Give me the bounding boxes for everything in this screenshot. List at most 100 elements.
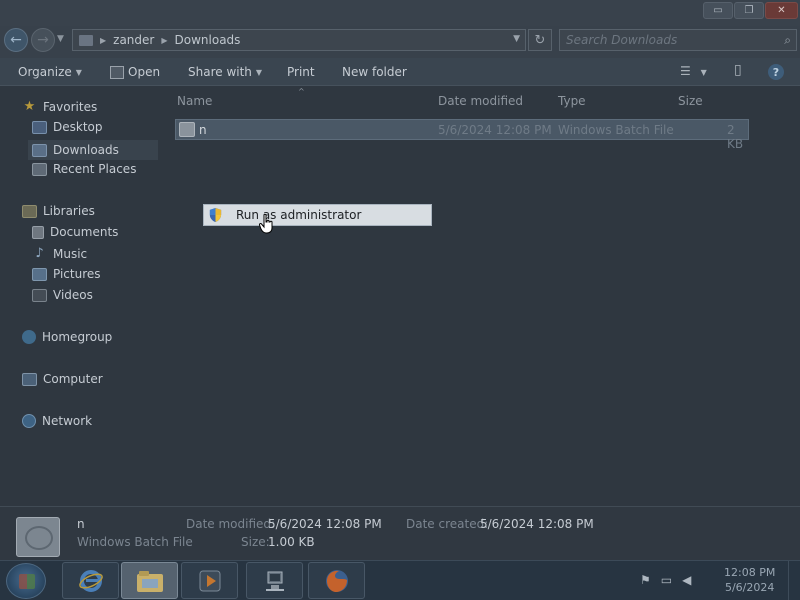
nav-label: Favorites bbox=[43, 99, 98, 114]
nav-music[interactable]: ♪ Music bbox=[32, 246, 87, 261]
address-dropdown-icon[interactable]: ▼ bbox=[513, 34, 520, 44]
search-icon[interactable]: ⌕ bbox=[784, 33, 791, 48]
details-size-value: 1.00 KB bbox=[268, 535, 315, 549]
taskbar: ⚑ ▭ ◀ 12:08 PM 5/6/2024 bbox=[0, 560, 800, 600]
nav-label: Desktop bbox=[53, 120, 103, 134]
nav-videos[interactable]: Videos bbox=[32, 288, 93, 302]
details-file-name: n bbox=[77, 517, 85, 531]
search-placeholder: Search Downloads bbox=[566, 33, 678, 47]
preview-pane-button[interactable]: ▯ bbox=[734, 62, 742, 78]
star-icon: ★ bbox=[23, 99, 36, 114]
help-button[interactable]: ? bbox=[768, 64, 784, 80]
organize-button[interactable]: Organize ▼ bbox=[18, 65, 82, 79]
nav-documents[interactable]: Documents bbox=[32, 225, 118, 239]
nav-label: Documents bbox=[50, 225, 119, 239]
nav-libraries[interactable]: Libraries bbox=[22, 204, 95, 218]
file-size: 2 KB bbox=[727, 123, 744, 151]
batch-file-large-icon bbox=[16, 517, 60, 557]
column-header-size[interactable]: Size bbox=[678, 94, 703, 108]
pictures-icon bbox=[32, 267, 47, 281]
forward-button[interactable]: → bbox=[31, 28, 55, 52]
print-button[interactable]: Print bbox=[287, 65, 315, 79]
taskbar-windows-explorer[interactable] bbox=[121, 562, 178, 599]
nav-pictures[interactable]: Pictures bbox=[32, 267, 101, 281]
nav-label: Downloads bbox=[53, 143, 119, 157]
folder-icon bbox=[79, 34, 93, 46]
sort-indicator-icon: ^ bbox=[298, 87, 305, 96]
taskbar-firefox[interactable] bbox=[308, 562, 365, 599]
new-folder-button[interactable]: New folder bbox=[342, 65, 407, 79]
refresh-button[interactable]: ↻ bbox=[528, 29, 552, 51]
column-header-type[interactable]: Type bbox=[558, 94, 586, 108]
music-icon: ♪ bbox=[35, 246, 44, 261]
nav-downloads[interactable]: Downloads bbox=[28, 140, 158, 160]
computer-icon bbox=[22, 372, 37, 386]
nav-recent-places[interactable]: Recent Places bbox=[32, 162, 136, 176]
close-button[interactable]: ✕ bbox=[765, 2, 798, 19]
clock-time: 12:08 PM bbox=[724, 566, 776, 579]
mouse-cursor-icon bbox=[259, 214, 273, 234]
media-player-icon bbox=[199, 570, 220, 591]
file-type: Windows Batch File bbox=[558, 123, 674, 137]
system-tray: ⚑ ▭ ◀ bbox=[640, 573, 691, 587]
file-date-modified: 5/6/2024 12:08 PM bbox=[438, 123, 552, 137]
chevron-down-icon: ▼ bbox=[75, 67, 82, 77]
navigation-pane: ★ Favorites Desktop Downloads Recent Pla… bbox=[0, 87, 165, 505]
chevron-right-icon[interactable]: ▶ bbox=[100, 36, 106, 45]
help-icon: ? bbox=[768, 64, 784, 80]
change-view-button[interactable]: ☰ ▼ bbox=[680, 64, 707, 78]
nav-computer[interactable]: Computer bbox=[22, 372, 103, 386]
uac-shield-icon bbox=[209, 207, 222, 223]
breadcrumb-downloads[interactable]: Downloads bbox=[175, 33, 241, 47]
command-bar: Organize ▼ Open Share with ▼ Print New f… bbox=[0, 58, 800, 86]
display-icon[interactable]: ▭ bbox=[661, 573, 672, 587]
show-desktop-button[interactable] bbox=[788, 561, 800, 600]
nav-label: Network bbox=[42, 414, 93, 428]
column-header-date-modified[interactable]: Date modified bbox=[438, 94, 523, 108]
share-with-label: Share with bbox=[188, 65, 252, 79]
clock-date: 5/6/2024 bbox=[724, 581, 775, 594]
back-button[interactable]: ← bbox=[4, 28, 28, 52]
nav-homegroup[interactable]: Homegroup bbox=[22, 330, 112, 344]
nav-desktop[interactable]: Desktop bbox=[32, 120, 103, 134]
open-button[interactable]: Open bbox=[110, 65, 160, 79]
open-icon bbox=[110, 65, 124, 79]
share-with-button[interactable]: Share with ▼ bbox=[188, 65, 262, 79]
details-date-created-value: 5/6/2024 12:08 PM bbox=[480, 517, 594, 531]
run-as-administrator-menu-item[interactable]: Run as administrator bbox=[203, 204, 432, 226]
breadcrumb-zander[interactable]: zander bbox=[113, 33, 154, 47]
minimize-button[interactable]: ▭ bbox=[703, 2, 733, 19]
file-name: n bbox=[199, 123, 207, 137]
title-bar: ▭ ❐ ✕ bbox=[0, 0, 800, 26]
taskbar-media-player[interactable] bbox=[181, 562, 238, 599]
chevron-right-icon[interactable]: ▶ bbox=[161, 36, 167, 45]
address-bar[interactable]: ▶ zander ▶ Downloads ▼ bbox=[72, 29, 526, 51]
nav-favorites[interactable]: ★ Favorites bbox=[22, 99, 98, 114]
details-pane: n Windows Batch File Date modified: 5/6/… bbox=[0, 506, 800, 560]
organize-label: Organize bbox=[18, 65, 72, 79]
column-header-name[interactable]: Name bbox=[177, 94, 212, 108]
start-button[interactable] bbox=[6, 563, 46, 599]
nav-label: Homegroup bbox=[42, 330, 113, 344]
nav-label: Pictures bbox=[53, 267, 101, 281]
nav-label: Videos bbox=[53, 288, 93, 302]
file-row[interactable]: n 5/6/2024 12:08 PM Windows Batch File 2… bbox=[175, 119, 749, 151]
nav-label: Libraries bbox=[43, 204, 95, 218]
chevron-down-icon: ▼ bbox=[700, 68, 707, 77]
downloads-folder-icon bbox=[32, 143, 47, 157]
taskbar-command-prompt[interactable] bbox=[246, 562, 303, 599]
recent-pages-dropdown[interactable]: ▼ bbox=[57, 34, 64, 44]
volume-icon[interactable]: ◀ bbox=[682, 573, 691, 587]
windows-explorer-icon bbox=[136, 570, 163, 592]
nav-label: Music bbox=[53, 246, 88, 261]
taskbar-internet-explorer[interactable] bbox=[62, 562, 119, 599]
nav-network[interactable]: Network bbox=[22, 414, 92, 428]
batch-file-icon bbox=[179, 122, 195, 137]
details-file-type: Windows Batch File bbox=[77, 535, 193, 549]
search-input[interactable]: Search Downloads ⌕ bbox=[559, 29, 797, 51]
maximize-button[interactable]: ❐ bbox=[734, 2, 764, 19]
clock[interactable]: 12:08 PM 5/6/2024 bbox=[724, 565, 775, 595]
action-center-flag-icon[interactable]: ⚑ bbox=[640, 573, 651, 587]
address-row: ← → ▼ ▶ zander ▶ Downloads ▼ ↻ Search Do… bbox=[0, 26, 800, 58]
details-date-created-label: Date created: bbox=[406, 517, 489, 531]
